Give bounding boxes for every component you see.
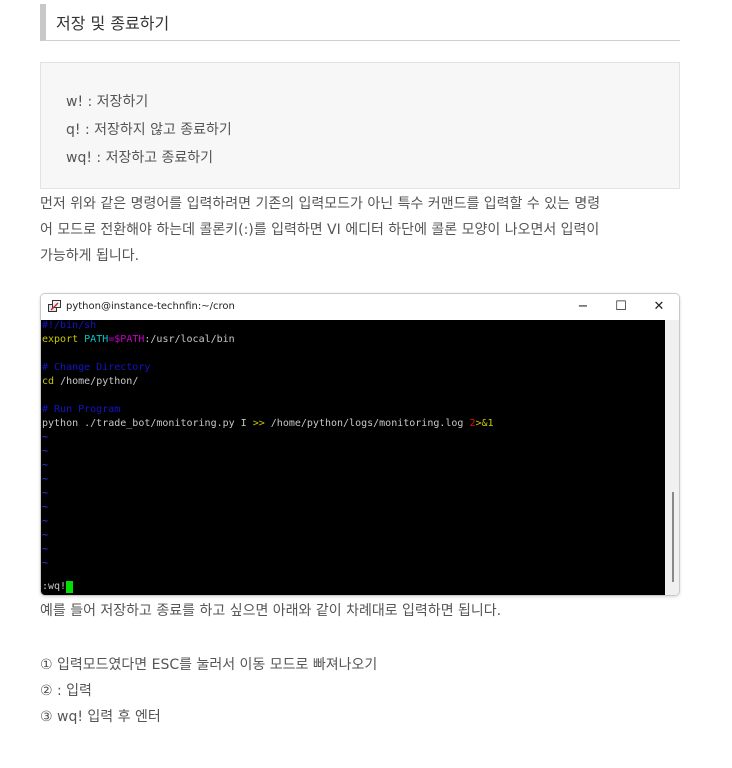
terminal-window-screenshot: python@instance-technfin:~/cron − ☐ ✕ #!… bbox=[40, 293, 680, 596]
tilde-line: ~ bbox=[42, 488, 49, 499]
terminal-screen: #!/bin/sh export PATH=$PATH:/usr/local/b… bbox=[41, 320, 665, 595]
intro-line: 가능하게 됩니다. bbox=[40, 248, 140, 264]
tilde-line: ~ bbox=[42, 516, 49, 527]
intro-paragraph: 먼저 위와 같은 명령어를 입력하려면 기존의 입력모드가 아닌 특수 커맨드를… bbox=[40, 191, 680, 269]
section-heading: 저장 및 종료하기 bbox=[40, 4, 680, 41]
command-item: q! : 저장하지 않고 종료하기 bbox=[66, 122, 232, 138]
script-line: cd /home/python/ bbox=[42, 376, 139, 387]
scrollbar-thumb[interactable] bbox=[672, 492, 674, 582]
step-item: ③ wq! 입력 후 엔터 bbox=[40, 709, 161, 725]
tilde-line: ~ bbox=[42, 460, 49, 471]
script-line: export PATH=$PATH:/usr/local/bin bbox=[42, 334, 235, 345]
terminal-titlebar: python@instance-technfin:~/cron − ☐ ✕ bbox=[41, 294, 679, 320]
step-item: ① 입력모드였다면 ESC를 눌러서 이동 모드로 빠져나오기 bbox=[40, 657, 378, 673]
intro-line: 어 모드로 전환해야 하는데 콜론키(:)를 입력하면 VI 에디터 하단에 콜… bbox=[40, 222, 600, 238]
tilde-line: ~ bbox=[42, 502, 49, 513]
script-line: # Run Program bbox=[42, 404, 121, 415]
tilde-line: ~ bbox=[42, 530, 49, 541]
terminal-cursor bbox=[66, 581, 74, 593]
command-item: wq! : 저장하고 종료하기 bbox=[66, 150, 214, 166]
script-line: #!/bin/sh bbox=[42, 320, 97, 331]
tilde-line: ~ bbox=[42, 558, 49, 569]
intro-line: 먼저 위와 같은 명령어를 입력하려면 기존의 입력모드가 아닌 특수 커맨드를… bbox=[40, 196, 601, 212]
close-button[interactable]: ✕ bbox=[644, 297, 674, 317]
terminal-scrollbar[interactable] bbox=[665, 320, 679, 595]
tilde-line: ~ bbox=[42, 544, 49, 555]
terminal-title: python@instance-technfin:~/cron bbox=[66, 301, 235, 312]
putty-icon bbox=[48, 300, 61, 312]
steps-list: ① 입력모드였다면 ESC를 눌러서 이동 모드로 빠져나오기 ② : 입력 ③… bbox=[40, 652, 377, 730]
command-item: w! : 저장하기 bbox=[66, 94, 149, 110]
tilde-line: ~ bbox=[42, 446, 49, 457]
step-item: ② : 입력 bbox=[40, 683, 92, 699]
vi-command-line: :wq! bbox=[42, 581, 74, 593]
example-paragraph: 예를 들어 저장하고 종료를 하고 싶으면 아래와 같이 차례대로 입력하면 됩… bbox=[40, 603, 502, 619]
script-line: # Change Directory bbox=[42, 362, 151, 373]
tilde-line: ~ bbox=[42, 432, 49, 443]
tilde-line: ~ bbox=[42, 474, 49, 485]
command-list-box: w! : 저장하기 q! : 저장하지 않고 종료하기 wq! : 저장하고 종… bbox=[40, 62, 680, 189]
minimize-button[interactable]: − bbox=[568, 297, 598, 317]
script-line: python ./trade_bot/monitoring.py I >> /h… bbox=[42, 418, 494, 429]
maximize-button[interactable]: ☐ bbox=[606, 297, 636, 317]
section-heading-text: 저장 및 종료하기 bbox=[56, 14, 170, 33]
